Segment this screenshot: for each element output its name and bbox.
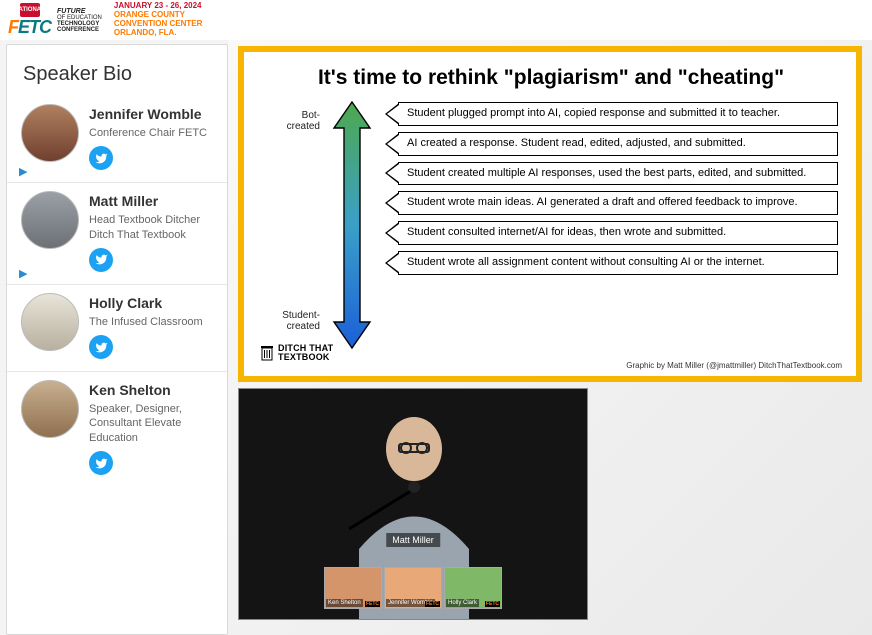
ditch-that-textbook-logo: DITCH THAT TEXTBOOK	[260, 344, 333, 362]
content-area: It's time to rethink "plagiarism" and "c…	[228, 40, 872, 635]
twitter-icon[interactable]	[89, 451, 113, 475]
twitter-icon[interactable]	[89, 335, 113, 359]
speaker-title: Speaker, Designer, Consultant Elevate Ed…	[89, 402, 215, 445]
arrow-left-icon	[380, 251, 398, 275]
national-badge: NATIONAL	[20, 3, 40, 17]
trash-icon	[260, 344, 274, 362]
axis-top-label: Bot- created	[260, 110, 320, 132]
arrow-left-icon	[380, 162, 398, 186]
speaker-name: Holly Clark	[89, 295, 203, 311]
speaker-bio-sidebar: Speaker Bio Jennifer Womble Conference C…	[6, 44, 228, 635]
video-thumbnail[interactable]: Jennifer Womble FETC	[384, 567, 442, 609]
video-panel[interactable]: Matt Miller Ken Shelton FETC Jennifer Wo…	[238, 388, 588, 620]
item-text: Student consulted internet/AI for ideas,…	[398, 221, 838, 245]
logo-sub-4: CONFERENCE	[57, 27, 102, 33]
arrow-left-icon	[380, 102, 398, 126]
conference-dates: JANUARY 23 - 26, 2024 ORANGE COUNTY CONV…	[114, 2, 202, 37]
list-item: Student consulted internet/AI for ideas,…	[380, 221, 838, 245]
slide-logo-text: DITCH THAT TEXTBOOK	[278, 344, 333, 362]
conference-logo: NATIONAL F ETC FUTURE of EDUCATION TECHN…	[8, 2, 202, 37]
avatar	[21, 104, 79, 162]
thumb-label: Holly Clark	[446, 599, 479, 607]
item-text: Student wrote main ideas. AI generated a…	[398, 191, 838, 215]
item-text: Student created multiple AI responses, u…	[398, 162, 838, 186]
presenter-name-label: Matt Miller	[386, 533, 440, 547]
list-item: AI created a response. Student read, edi…	[380, 132, 838, 156]
list-item: Student created multiple AI responses, u…	[380, 162, 838, 186]
speaker-card: Jennifer Womble Conference Chair FETC ▶	[7, 96, 227, 183]
speaker-card: Ken Shelton Speaker, Designer, Consultan…	[7, 372, 227, 487]
video-thumbnail[interactable]: Ken Shelton FETC	[324, 567, 382, 609]
thumb-logo: FETC	[485, 601, 500, 607]
speaker-title: Head Textbook Ditcher Ditch That Textboo…	[89, 213, 215, 242]
sidebar-title: Speaker Bio	[7, 45, 227, 96]
speaker-name: Ken Shelton	[89, 382, 215, 398]
item-text: AI created a response. Student read, edi…	[398, 132, 838, 156]
spectrum-items: Student plugged prompt into AI, copied r…	[380, 100, 842, 350]
avatar	[21, 191, 79, 249]
list-item: Student wrote all assignment content wit…	[380, 251, 838, 275]
slide-title: It's time to rethink "plagiarism" and "c…	[260, 66, 842, 90]
speaker-card: Holly Clark The Infused Classroom	[7, 285, 227, 372]
speaker-name: Jennifer Womble	[89, 106, 207, 122]
slide-credit: Graphic by Matt Miller (@jmattmiller) Di…	[626, 361, 842, 370]
list-item: Student plugged prompt into AI, copied r…	[380, 102, 838, 126]
arrow-left-icon	[380, 221, 398, 245]
avatar	[21, 380, 79, 438]
speaker-title: The Infused Classroom	[89, 315, 203, 329]
participant-thumbnails: Ken Shelton FETC Jennifer Womble FETC Ho…	[324, 567, 502, 609]
list-item: Student wrote main ideas. AI generated a…	[380, 191, 838, 215]
video-thumbnail[interactable]: Holly Clark FETC	[444, 567, 502, 609]
arrow-left-icon	[380, 132, 398, 156]
speaker-title: Conference Chair FETC	[89, 126, 207, 140]
item-text: Student plugged prompt into AI, copied r…	[398, 102, 838, 126]
speaker-card: Matt Miller Head Textbook Ditcher Ditch …	[7, 183, 227, 285]
thumb-logo: FETC	[425, 601, 440, 607]
date-line-4: ORLANDO, FLA.	[114, 29, 202, 38]
expand-toggle-icon[interactable]: ▶	[19, 165, 27, 178]
header-bar: NATIONAL F ETC FUTURE of EDUCATION TECHN…	[0, 0, 872, 40]
axis-bottom-label: Student- created	[260, 310, 320, 332]
thumb-label: Ken Shelton	[326, 599, 363, 607]
avatar	[21, 293, 79, 351]
logo-letters-etc: ETC	[18, 17, 51, 38]
expand-toggle-icon[interactable]: ▶	[19, 267, 27, 280]
speaker-name: Matt Miller	[89, 193, 215, 209]
twitter-icon[interactable]	[89, 146, 113, 170]
spectrum-axis-labels: Bot- created Student- created	[260, 100, 324, 350]
logo-letter-f: F	[8, 17, 18, 38]
presentation-slide: It's time to rethink "plagiarism" and "c…	[238, 46, 862, 382]
arrow-left-icon	[380, 191, 398, 215]
item-text: Student wrote all assignment content wit…	[398, 251, 838, 275]
twitter-icon[interactable]	[89, 248, 113, 272]
gradient-arrow-icon	[324, 100, 380, 350]
main-layout: Speaker Bio Jennifer Womble Conference C…	[0, 40, 872, 635]
thumb-logo: FETC	[365, 601, 380, 607]
logo-sub-1: FUTURE	[57, 8, 102, 15]
